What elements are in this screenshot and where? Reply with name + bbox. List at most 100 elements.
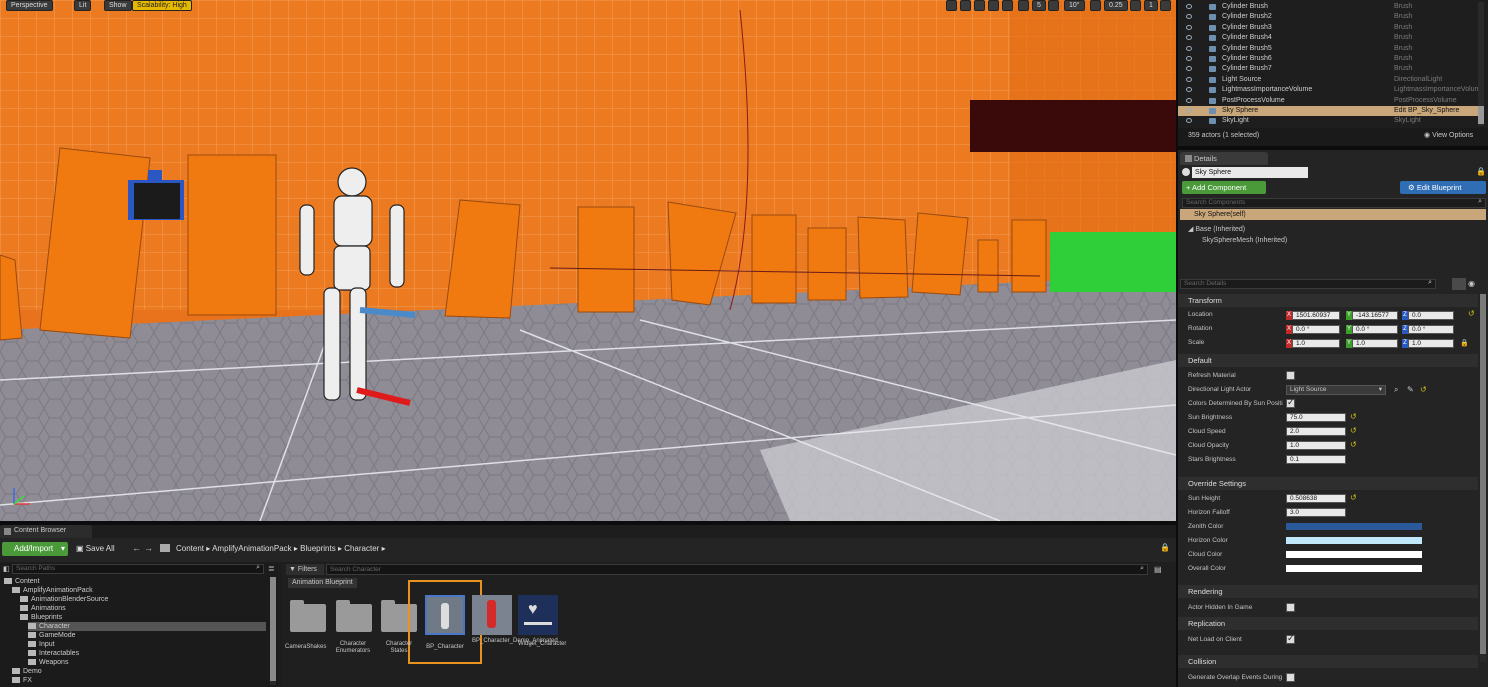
asset-label-bp-character-demo[interactable]: BP_Character_Demo_Animated bbox=[472, 638, 558, 645]
reset-cloud-speed-icon[interactable]: ↺ bbox=[1350, 426, 1357, 435]
save-all-button[interactable]: ▣ Save All bbox=[76, 544, 115, 553]
folder-icon[interactable] bbox=[336, 600, 372, 632]
component-mesh[interactable]: SkySphereMesh (Inherited) bbox=[1202, 237, 1287, 244]
asset-label-character-states[interactable]: Character States bbox=[379, 641, 419, 655]
search-paths-input[interactable]: Search Paths ⌕ bbox=[12, 564, 264, 574]
visibility-eye-icon[interactable] bbox=[1186, 4, 1192, 9]
property-matrix-icon[interactable] bbox=[1452, 278, 1466, 290]
outliner-row[interactable]: Cylinder Brush5 Brush bbox=[1178, 44, 1478, 54]
scale-x-input[interactable]: 1.0 bbox=[1292, 339, 1340, 348]
visibility-eye-icon[interactable] bbox=[1186, 66, 1192, 72]
zenith-color-swatch[interactable] bbox=[1286, 523, 1422, 530]
show-button[interactable]: Show bbox=[104, 0, 132, 11]
add-component-button[interactable]: + Add Component bbox=[1182, 181, 1266, 194]
sun-height-input[interactable]: 0.508638 bbox=[1286, 494, 1346, 503]
outliner-scrollbar[interactable] bbox=[1478, 2, 1484, 126]
visibility-eye-icon[interactable] bbox=[1186, 24, 1192, 30]
overlap-events-checkbox[interactable] bbox=[1286, 673, 1295, 682]
tree-item[interactable]: AmplifyAnimationPack bbox=[12, 586, 93, 595]
search-assets-input[interactable]: Search Character ⌕ bbox=[326, 564, 1148, 575]
scale-y-input[interactable]: 1.0 bbox=[1352, 339, 1398, 348]
visibility-eye-icon[interactable] bbox=[1186, 45, 1192, 51]
reset-sun-brightness-icon[interactable]: ↺ bbox=[1350, 412, 1357, 421]
component-self[interactable]: Sky Sphere(self) bbox=[1180, 209, 1486, 220]
location-z-input[interactable]: 0.0 bbox=[1408, 311, 1454, 320]
section-rendering[interactable]: Rendering bbox=[1178, 585, 1478, 598]
sources-toggle-icon[interactable]: ◧ bbox=[3, 565, 10, 573]
actor-name-field[interactable]: Sky Sphere bbox=[1192, 167, 1308, 178]
eyedropper-icon[interactable]: ✎ bbox=[1407, 385, 1414, 394]
grid-snap-value[interactable]: 5 bbox=[1032, 0, 1046, 11]
horizon-falloff-input[interactable]: 3.0 bbox=[1286, 508, 1346, 517]
lit-button[interactable]: Lit bbox=[74, 0, 92, 11]
move-tool-icon[interactable] bbox=[946, 0, 957, 11]
rotation-snap-value[interactable]: 10° bbox=[1064, 0, 1085, 11]
outliner-row[interactable]: Cylinder Brush2 Brush bbox=[1178, 12, 1478, 22]
outliner-row[interactable]: Sky Sphere Edit BP_Sky_Sphere bbox=[1178, 106, 1478, 117]
section-override-settings[interactable]: Override Settings bbox=[1178, 477, 1478, 490]
edit-blueprint-button[interactable]: ⚙ Edit Blueprint bbox=[1400, 181, 1486, 194]
section-default[interactable]: Default bbox=[1178, 354, 1478, 367]
visibility-eye-icon[interactable] bbox=[1186, 14, 1192, 20]
tab-details[interactable]: Details bbox=[1180, 152, 1268, 165]
widget-character-thumbnail[interactable]: ♥ bbox=[518, 595, 558, 635]
scale-lock-icon[interactable]: 🔒 bbox=[1460, 339, 1469, 347]
add-import-button[interactable]: Add/Import ▾ bbox=[2, 542, 68, 556]
tree-item[interactable]: Blueprints bbox=[20, 613, 62, 622]
splitter[interactable] bbox=[1176, 0, 1178, 687]
tree-item[interactable]: Animations bbox=[20, 604, 66, 613]
rotate-tool-icon[interactable] bbox=[960, 0, 971, 11]
breadcrumb-blueprints[interactable]: Blueprints bbox=[300, 544, 336, 553]
refresh-material-checkbox[interactable] bbox=[1286, 371, 1295, 380]
outliner-row[interactable]: LightmassImportanceVolume LightmassImport… bbox=[1178, 85, 1484, 95]
scale-z-input[interactable]: 1.0 bbox=[1408, 339, 1454, 348]
outliner-row[interactable]: PostProcessVolume PostProcessVolume bbox=[1178, 96, 1478, 106]
visibility-eye-icon[interactable] bbox=[1186, 87, 1192, 93]
outliner-row[interactable]: SkyLight SkyLight bbox=[1178, 116, 1478, 126]
search-details-input[interactable]: Search Details ⌕ bbox=[1180, 279, 1436, 289]
net-load-checkbox[interactable] bbox=[1286, 633, 1295, 644]
location-y-input[interactable]: -143.16577 bbox=[1352, 311, 1398, 320]
cloud-color-swatch[interactable] bbox=[1286, 551, 1422, 558]
perspective-button[interactable]: Perspective bbox=[6, 0, 53, 11]
tree-item[interactable]: Demo bbox=[12, 667, 42, 676]
grid-snap-icon[interactable] bbox=[1018, 0, 1029, 11]
breadcrumb-content[interactable]: Content bbox=[176, 544, 204, 553]
section-collision[interactable]: Collision bbox=[1178, 655, 1478, 668]
asset-label-character-enumerators[interactable]: Character Enumerators bbox=[333, 641, 373, 655]
reset-sun-height-icon[interactable]: ↺ bbox=[1350, 493, 1357, 502]
lock-icon[interactable]: 🔒 bbox=[1476, 167, 1486, 176]
tree-item[interactable]: Content bbox=[4, 577, 40, 586]
horizon-color-swatch[interactable] bbox=[1286, 537, 1422, 544]
outliner-row[interactable]: Light Source DirectionalLight bbox=[1178, 75, 1478, 85]
directional-light-dropdown[interactable]: Light Source ▾ bbox=[1286, 385, 1386, 395]
location-x-input[interactable]: 1501.60937 bbox=[1292, 311, 1340, 320]
bp-character-thumbnail[interactable] bbox=[425, 595, 465, 635]
rotation-y-input[interactable]: 0.0 ° bbox=[1352, 325, 1398, 334]
save-search-icon[interactable]: ▤ bbox=[1154, 565, 1162, 574]
breadcrumb-character[interactable]: Character bbox=[344, 544, 379, 553]
folder-icon[interactable] bbox=[290, 600, 326, 632]
tree-item[interactable]: Character bbox=[28, 622, 266, 631]
tree-item[interactable]: AnimationBlenderSource bbox=[20, 595, 108, 604]
outliner-row[interactable]: Cylinder Brush4 Brush bbox=[1178, 33, 1478, 43]
tree-scrollbar[interactable] bbox=[270, 577, 276, 685]
reset-location-icon[interactable]: ↺ bbox=[1468, 309, 1475, 318]
scale-tool-icon[interactable] bbox=[974, 0, 985, 11]
overall-color-swatch[interactable] bbox=[1286, 565, 1422, 572]
outliner-row[interactable]: Cylinder Brush7 Brush bbox=[1178, 64, 1478, 74]
bp-character-demo-thumbnail[interactable] bbox=[472, 595, 512, 635]
stars-brightness-input[interactable]: 0.1 bbox=[1286, 455, 1346, 464]
tree-item[interactable]: Interactables bbox=[28, 649, 79, 658]
actor-hidden-checkbox[interactable] bbox=[1286, 603, 1295, 612]
world-local-icon[interactable] bbox=[988, 0, 999, 11]
visibility-eye-icon[interactable] bbox=[1186, 97, 1192, 103]
rotation-z-input[interactable]: 0.0 ° bbox=[1408, 325, 1454, 334]
tree-item[interactable]: FX bbox=[12, 676, 32, 685]
asset-label-bp-character[interactable]: BP_Character bbox=[425, 644, 465, 651]
search-components-input[interactable]: Search Components ⌕ bbox=[1182, 198, 1486, 208]
scale-snap-value[interactable]: 0.25 bbox=[1104, 0, 1128, 11]
details-scrollbar[interactable] bbox=[1480, 294, 1486, 662]
asset-label-camera-shakes[interactable]: CameraShakes bbox=[285, 644, 326, 651]
outliner-row[interactable]: Cylinder Brush Brush bbox=[1178, 2, 1478, 12]
